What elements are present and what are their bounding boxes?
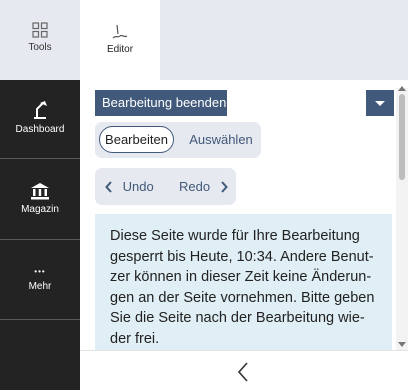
top-bar [160, 0, 408, 80]
rail-item-magazin[interactable]: Magazin [0, 160, 80, 240]
undo-button[interactable]: Undo [105, 168, 154, 205]
grid-icon [32, 22, 48, 38]
redo-button[interactable]: Redo [179, 168, 228, 205]
tab-editor[interactable]: Editor [80, 0, 160, 80]
desk-lamp-icon [34, 101, 47, 119]
redo-label: Redo [179, 179, 211, 194]
lock-notice: Diese Seite wurde für Ihre Bearbeitung g… [95, 214, 392, 350]
rail-item-mehr[interactable]: ••• Mehr [0, 240, 80, 320]
tab-tools[interactable]: Tools [0, 22, 80, 80]
mode-switch: Bearbeiten Auswählen [95, 122, 261, 158]
scroll-up-icon[interactable] [398, 86, 406, 91]
dropdown-button[interactable] [366, 90, 394, 116]
chevron-left-icon [105, 180, 112, 193]
undo-label: Undo [122, 179, 154, 194]
rail-item-magazin-label: Magazin [21, 204, 59, 215]
mode-edit-button[interactable]: Bearbeiten [99, 126, 174, 153]
editor-panel: Bearbeitung beenden Bearbeiten Auswählen… [80, 80, 408, 350]
chevron-left-icon [237, 362, 248, 382]
more-dots-icon: ••• [34, 267, 46, 276]
history-controls: Undo Redo [95, 168, 236, 205]
chevron-right-icon [220, 180, 228, 193]
scrollbar[interactable] [396, 86, 408, 350]
rail-divider [0, 319, 80, 320]
signature-pen-icon [112, 24, 128, 39]
end-editing-button[interactable]: Bearbeitung beenden [95, 90, 227, 116]
scrollbar-thumb[interactable] [399, 94, 405, 180]
caret-down-icon [375, 101, 385, 106]
rail-item-dashboard-label: Dashboard [15, 124, 65, 135]
left-rail: Tools Dashboard Magazin ••• Mehr [0, 0, 80, 390]
scroll-down-icon[interactable] [398, 342, 406, 347]
bottom-bar [80, 350, 408, 390]
rail-divider [0, 158, 80, 159]
rail-item-dashboard[interactable]: Dashboard [0, 80, 80, 160]
mode-select-button[interactable]: Auswählen [183, 126, 259, 153]
tab-editor-label: Editor [106, 44, 134, 55]
tab-tools-label: Tools [28, 42, 52, 53]
building-icon [31, 183, 49, 200]
rail-item-mehr-label: Mehr [28, 281, 52, 292]
collapse-button[interactable] [234, 360, 254, 384]
